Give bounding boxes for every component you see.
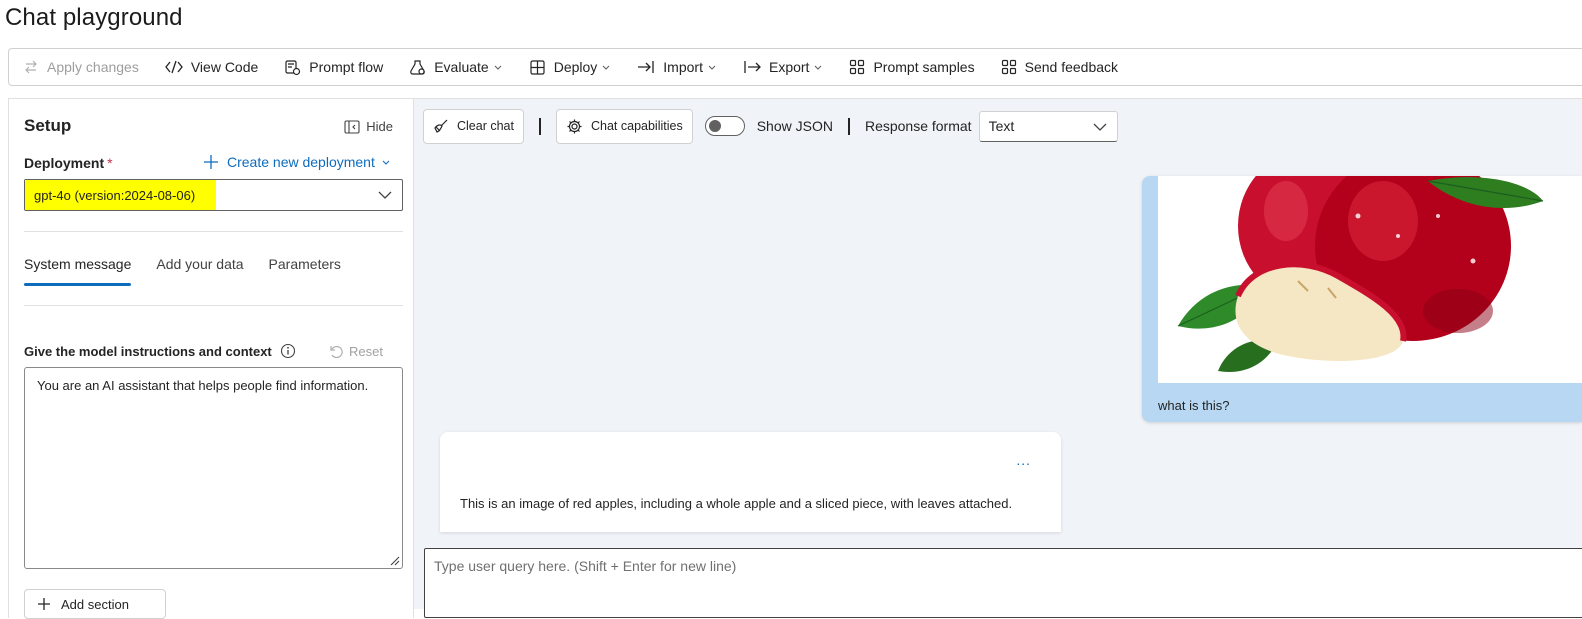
swap-arrows-icon [25, 60, 37, 74]
tab-add-your-data[interactable]: Add your data [156, 256, 243, 286]
create-deployment-label: Create new deployment [227, 154, 375, 170]
instructions-label-text: Give the model instructions and context [24, 343, 272, 359]
apply-changes-label: Apply changes [47, 59, 139, 75]
deployment-value: gpt-4o (version:2024-08-06) [25, 180, 216, 210]
deploy-button[interactable]: Deploy [529, 52, 612, 82]
deploy-cube-icon [530, 59, 545, 75]
export-label: Export [768, 59, 810, 75]
main-toolbar: Apply changes View Code Prompt flow Eval… [8, 48, 1582, 86]
response-format-value: Text [988, 118, 1015, 134]
gear-icon [567, 119, 582, 133]
chevron-down-icon [494, 65, 502, 70]
deployment-label-text: Deployment [24, 155, 105, 171]
grid-icon [1001, 59, 1016, 75]
reset-button[interactable]: Reset [327, 343, 383, 359]
user-query-input[interactable]: Type user query here. (Shift + Enter for… [424, 548, 1582, 618]
chat-capabilities-label: Chat capabilities [590, 119, 683, 133]
divider [24, 231, 403, 232]
tab-system-message[interactable]: System message [24, 256, 132, 286]
reset-label: Reset [349, 343, 383, 359]
chevron-down-icon [1093, 123, 1107, 131]
chevron-down-icon [378, 191, 392, 199]
prompt-flow-button[interactable]: Prompt flow [284, 52, 383, 82]
separator [538, 117, 541, 135]
send-feedback-label: Send feedback [1024, 59, 1119, 75]
deployment-label: Deployment * [24, 155, 113, 171]
chevron-down-icon [602, 65, 610, 70]
show-json-toggle[interactable] [704, 116, 745, 136]
divider [24, 305, 403, 306]
system-message-text: You are an AI assistant that helps peopl… [37, 378, 369, 393]
required-mark: * [107, 155, 113, 171]
apple-image-graphic [1158, 176, 1582, 383]
send-feedback-button[interactable]: Send feedback [1001, 52, 1118, 82]
user-query-placeholder: Type user query here. (Shift + Enter for… [434, 558, 737, 574]
assistant-message-bubble: ... This is an image of red apples, incl… [440, 432, 1061, 532]
chat-area: Clear chat Chat capabilities Show JSON R… [414, 98, 1582, 618]
code-icon [165, 60, 183, 74]
evaluate-button[interactable]: Evaluate [409, 52, 502, 82]
import-button[interactable]: Import [637, 52, 717, 82]
undo-icon [330, 345, 343, 359]
page-title: Chat playground [5, 4, 183, 31]
user-message-bubble: what is this? [1142, 176, 1582, 422]
resize-grip-icon[interactable] [388, 554, 400, 566]
apple-image[interactable] [1158, 176, 1582, 383]
evaluate-icon [410, 59, 426, 75]
apply-changes-button[interactable]: Apply changes [23, 52, 139, 82]
deployment-select[interactable]: gpt-4o (version:2024-08-06) [24, 179, 403, 211]
view-code-button[interactable]: View Code [165, 52, 258, 82]
add-section-label: Add section [61, 596, 129, 612]
chevron-down-icon [815, 65, 822, 70]
setup-panel: Setup Hide Deployment * Create new deploy… [8, 98, 414, 619]
prompt-samples-label: Prompt samples [873, 59, 975, 75]
export-button[interactable]: Export [743, 52, 823, 82]
response-format-label: Response format [864, 118, 972, 134]
clear-chat-label: Clear chat [457, 119, 514, 133]
import-arrow-icon [638, 61, 654, 73]
setup-tabs: System message Add your data Parameters [24, 256, 366, 286]
user-message-text: what is this? [1158, 398, 1230, 413]
instructions-label: Give the model instructions and context [24, 343, 296, 359]
broom-icon [434, 119, 448, 133]
chat-capabilities-button[interactable]: Chat capabilities [555, 108, 693, 144]
prompt-samples-button[interactable]: Prompt samples [849, 52, 975, 82]
clear-chat-button[interactable]: Clear chat [423, 108, 524, 144]
export-arrow-icon [744, 61, 761, 73]
info-icon[interactable] [280, 343, 296, 359]
tab-parameters[interactable]: Parameters [269, 256, 341, 286]
add-section-button[interactable]: Add section [24, 589, 166, 619]
chevron-down-icon [708, 65, 716, 70]
collapse-panel-icon [344, 119, 360, 134]
grid-icon [850, 59, 865, 75]
assistant-message-text: This is an image of red apples, includin… [460, 496, 1013, 511]
hide-panel-button[interactable]: Hide [344, 119, 393, 134]
deploy-label: Deploy [553, 59, 598, 75]
system-message-textarea[interactable]: You are an AI assistant that helps peopl… [24, 367, 403, 569]
chat-toolbar: Clear chat Chat capabilities Show JSON R… [423, 108, 1118, 144]
prompt-flow-label: Prompt flow [309, 59, 384, 75]
evaluate-label: Evaluate [434, 59, 489, 75]
create-new-deployment-link[interactable]: Create new deployment [203, 154, 399, 170]
show-json-label: Show JSON [756, 118, 833, 134]
import-label: Import [663, 59, 703, 75]
plus-icon [204, 155, 218, 169]
chevron-down-icon [382, 160, 390, 165]
view-code-label: View Code [190, 59, 259, 75]
separator [847, 117, 850, 135]
prompt-flow-icon [285, 59, 301, 75]
setup-title: Setup [24, 116, 72, 135]
hide-label: Hide [366, 119, 393, 134]
response-format-select[interactable]: Text [978, 110, 1118, 142]
more-actions-button[interactable]: ... [1016, 452, 1031, 468]
